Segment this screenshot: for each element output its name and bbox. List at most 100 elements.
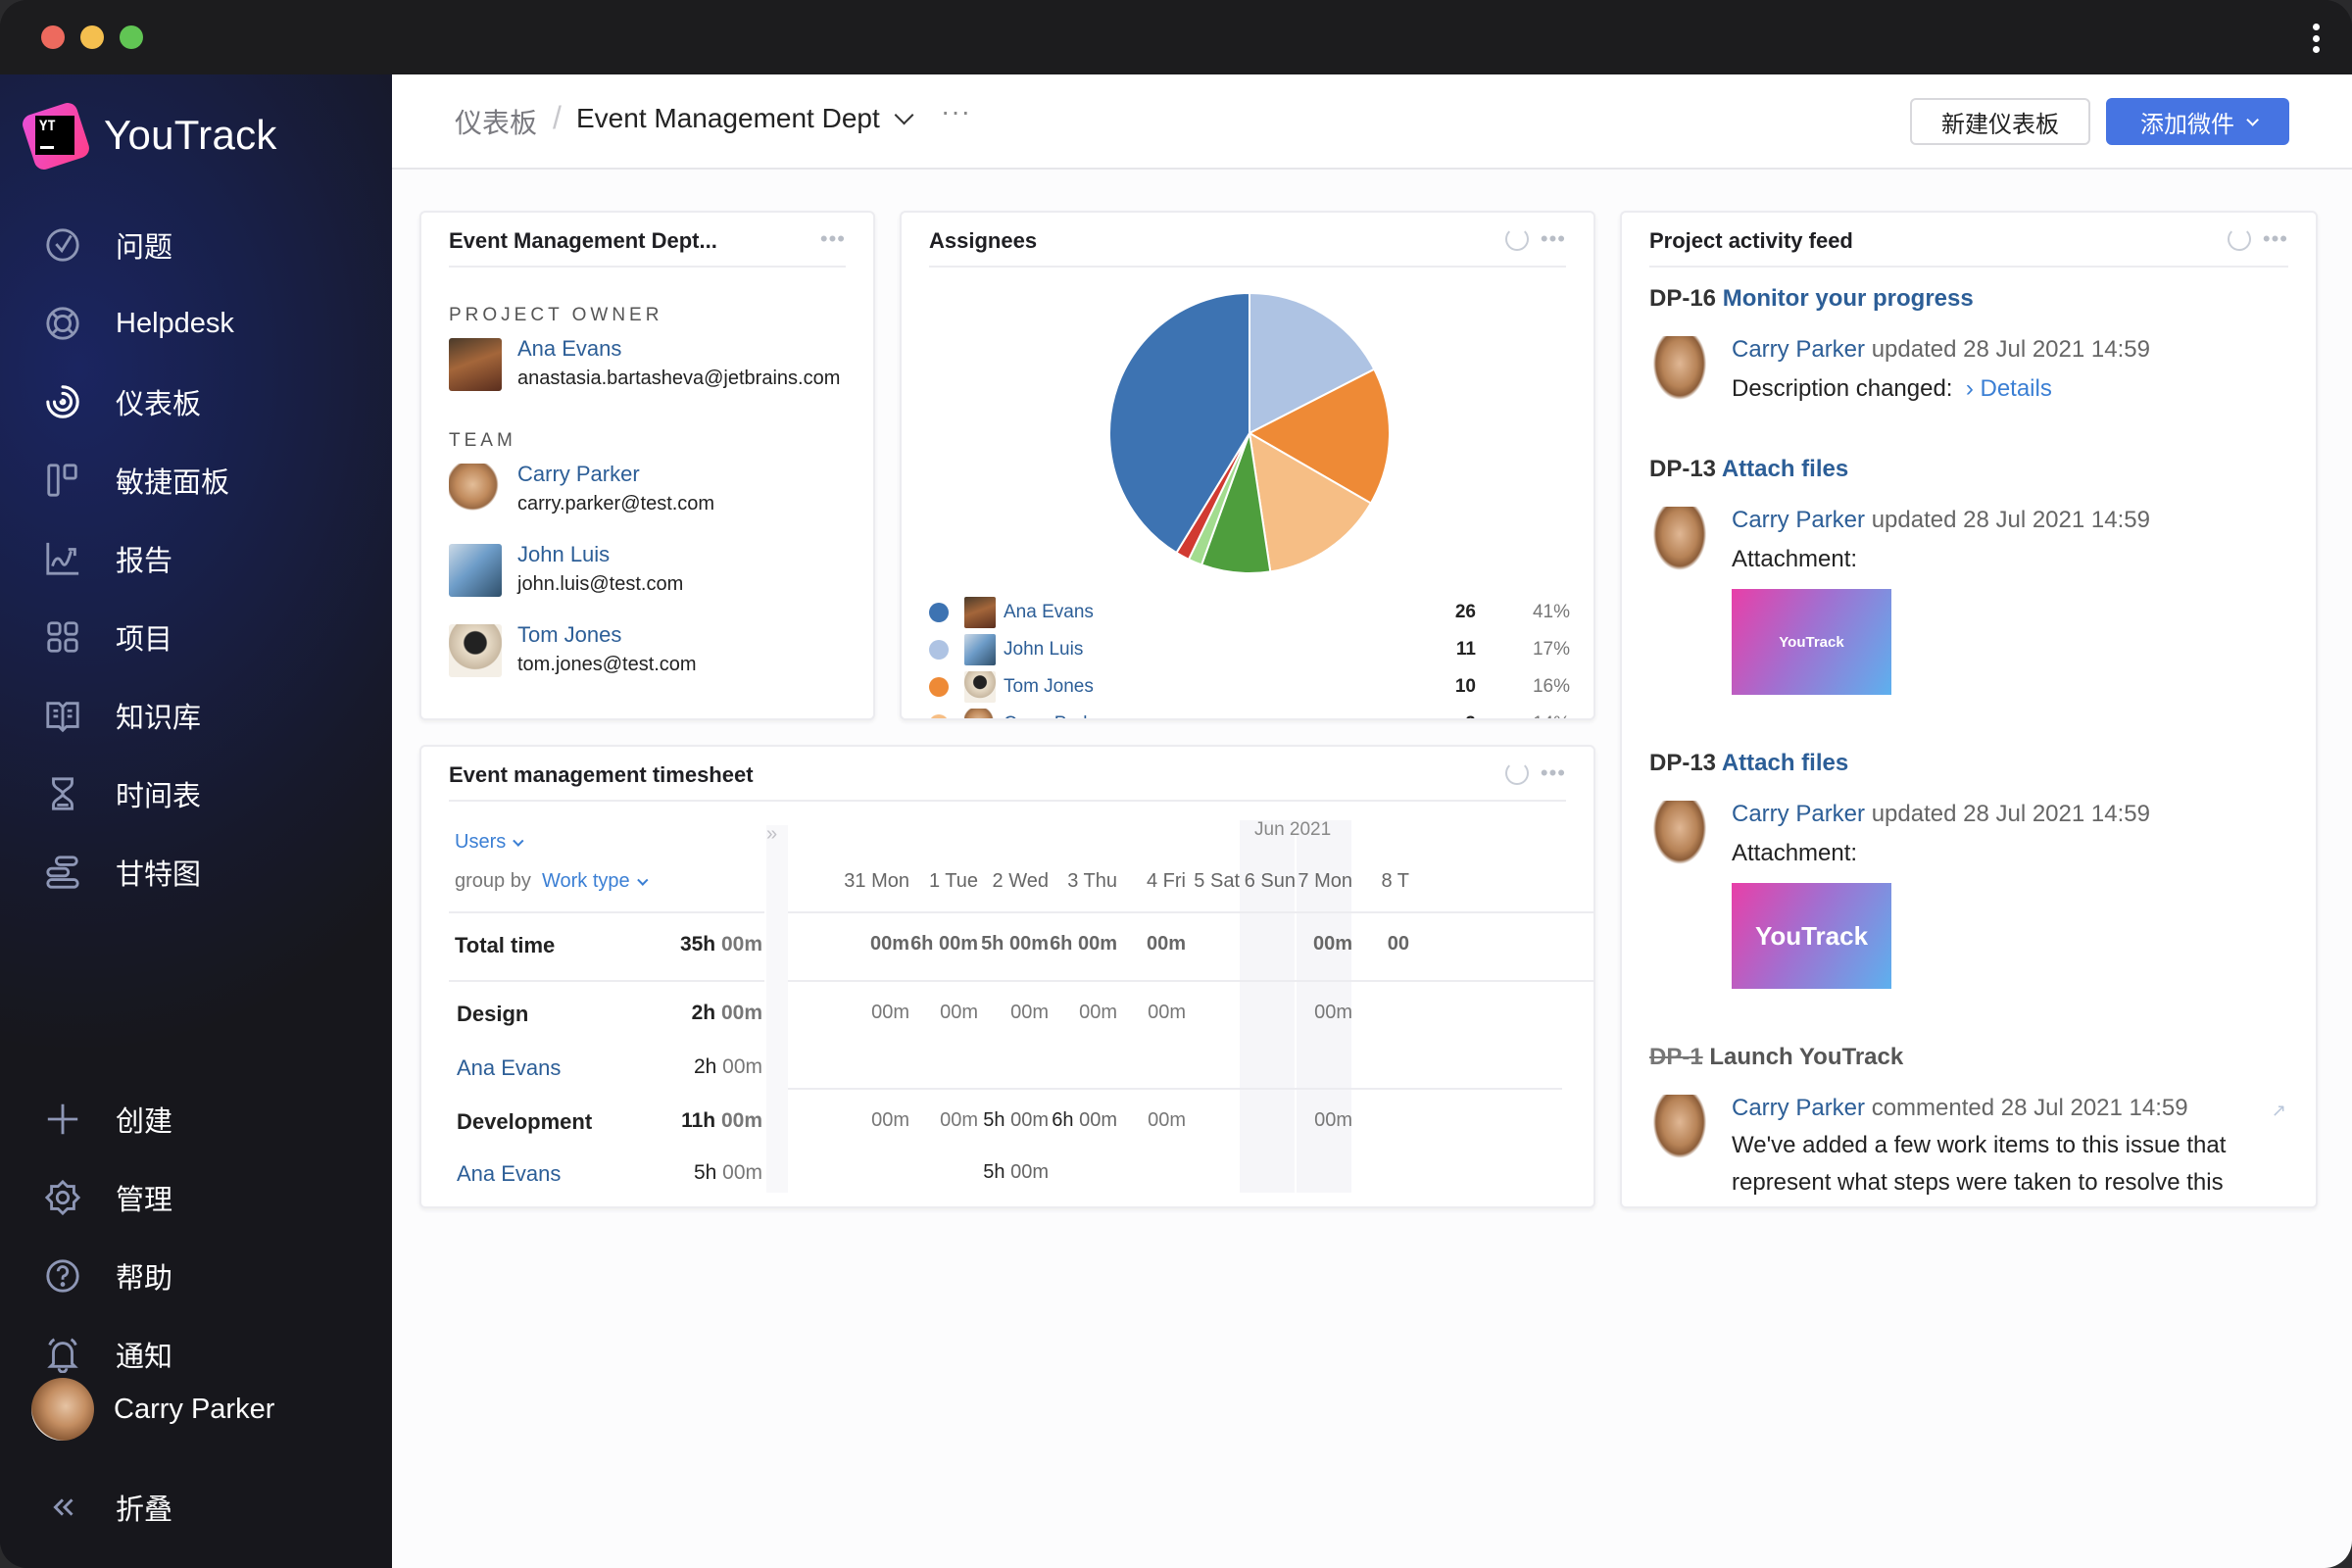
legend-label[interactable]: Ana Evans xyxy=(1004,602,1094,623)
refresh-icon[interactable] xyxy=(2227,227,2251,251)
check-circle-icon xyxy=(43,225,82,265)
avatar xyxy=(964,709,996,718)
entry-action: updated 28 Jul 2021 14:59 xyxy=(1871,507,2150,533)
time-cell[interactable]: 00 xyxy=(1311,933,1409,956)
user-link[interactable]: Ana Evans xyxy=(517,334,840,364)
add-widget-button[interactable]: 添加微件 xyxy=(2106,98,2289,145)
issue-summary-link[interactable]: Launch YouTrack xyxy=(1709,1044,1903,1070)
current-user[interactable]: Carry Parker xyxy=(31,1378,274,1441)
issue-id[interactable]: DP-16 xyxy=(1649,285,1716,312)
legend-item[interactable]: Carry Parker 9 14% xyxy=(929,707,1570,718)
minimize-window-button[interactable] xyxy=(80,25,104,49)
sidebar-item-agile-boards[interactable]: 敏捷面板 xyxy=(0,449,392,512)
title-bar xyxy=(0,0,2352,74)
refresh-icon[interactable] xyxy=(1504,761,1529,785)
legend-item[interactable]: Tom Jones 10 16% xyxy=(929,669,1570,705)
sidebar-item-gantt[interactable]: 甘特图 xyxy=(0,841,392,904)
author-link[interactable]: Carry Parker xyxy=(1732,336,1865,363)
collapse-label: 折叠 xyxy=(116,1494,173,1526)
sidebar-item-reports[interactable]: 报告 xyxy=(0,527,392,590)
divider xyxy=(1649,266,2288,268)
feed-entry-body: Description changed: › Details xyxy=(1732,375,2052,403)
more-vertical-icon[interactable] xyxy=(2311,24,2321,53)
attachment-thumbnail[interactable]: YouTrack xyxy=(1732,589,1891,695)
issue-id[interactable]: DP-1 xyxy=(1649,1044,1703,1070)
sidebar: YT YouTrack 问题 Helpdesk 仪表板 敏捷面板 报告 项目 知… xyxy=(0,74,392,1568)
sidebar-item-helpdesk[interactable]: Helpdesk xyxy=(0,292,392,355)
close-window-button[interactable] xyxy=(41,25,65,49)
issue-id[interactable]: DP-13 xyxy=(1649,750,1716,776)
legend-item[interactable]: John Luis 11 17% xyxy=(929,632,1570,667)
issue-summary-link[interactable]: Monitor your progress xyxy=(1723,285,1974,312)
sidebar-item-issues[interactable]: 问题 xyxy=(0,214,392,276)
legend-count: 26 xyxy=(1454,602,1476,622)
details-link[interactable]: › Details xyxy=(1966,375,2052,402)
feed-entry: Carry Parker updated 28 Jul 2021 14:59 A… xyxy=(1649,507,2286,703)
feed-entry-meta: Carry Parker updated 28 Jul 2021 14:59 xyxy=(1732,507,2150,534)
comment-text: We've added a few work items to this iss… xyxy=(1732,1132,2227,1158)
issue-summary-link[interactable]: Attach files xyxy=(1722,456,1848,482)
user-link[interactable]: John Luis xyxy=(517,540,683,569)
sidebar-item-projects[interactable]: 项目 xyxy=(0,606,392,668)
legend-item[interactable]: Ana Evans 26 41% xyxy=(929,595,1570,630)
feed-entry: Carry Parker updated 28 Jul 2021 14:59 A… xyxy=(1649,801,2286,997)
breadcrumb-dashboards[interactable]: 仪表板 xyxy=(455,102,537,141)
sidebar-item-timesheets[interactable]: 时间表 xyxy=(0,762,392,825)
legend-label[interactable]: Carry Parker xyxy=(1004,713,1109,718)
youtrack-logo-icon: YT xyxy=(20,100,92,172)
row-total: 5h 00m xyxy=(693,1161,762,1184)
sidebar-item-administration[interactable]: 管理 xyxy=(0,1166,392,1229)
open-comment-icon[interactable]: ↗ xyxy=(2272,1101,2286,1121)
sidebar-item-knowledge-base[interactable]: 知识库 xyxy=(0,684,392,747)
widget-menu-button[interactable]: ••• xyxy=(2263,226,2288,252)
user-email: tom.jones@test.com xyxy=(517,654,697,675)
current-user-name: Carry Parker xyxy=(114,1393,275,1425)
legend-label[interactable]: Tom Jones xyxy=(1004,676,1094,698)
feed-entry-meta: Carry Parker updated 28 Jul 2021 14:59 xyxy=(1732,336,2150,364)
feed-entry: Carry Parker commented 28 Jul 2021 14:59… xyxy=(1649,1095,2286,1206)
sidebar-item-label: 时间表 xyxy=(116,781,202,812)
legend-label[interactable]: John Luis xyxy=(1004,639,1083,661)
author-link[interactable]: Carry Parker xyxy=(1732,507,1865,533)
attachment-thumbnail[interactable]: YouTrack xyxy=(1732,883,1891,989)
user-link[interactable]: Tom Jones xyxy=(517,620,697,650)
issue-summary-link[interactable]: Attach files xyxy=(1722,750,1848,776)
time-cell[interactable]: 00m xyxy=(1088,1109,1186,1132)
legend-percent: 14% xyxy=(1533,713,1570,718)
feed-issue-header: DP-16 Monitor your progress xyxy=(1649,285,1974,313)
time-cell[interactable]: 00m xyxy=(1254,1109,1352,1132)
assignees-widget: Assignees ••• Ana Evans 26 41% John Luis 11 1… xyxy=(900,211,1595,720)
sidebar-item-dashboards[interactable]: 仪表板 xyxy=(0,370,392,433)
user-link[interactable]: Ana Evans xyxy=(457,1055,561,1081)
user-link[interactable]: Carry Parker xyxy=(517,460,714,489)
youtrack-logo[interactable]: YT YouTrack xyxy=(20,100,277,172)
maximize-window-button[interactable] xyxy=(120,25,143,49)
time-cell[interactable]: 00m xyxy=(1254,1002,1352,1024)
widget-menu-button[interactable]: ••• xyxy=(820,226,846,252)
user-link[interactable]: Ana Evans xyxy=(457,1161,561,1187)
avatar xyxy=(964,597,996,628)
issue-id[interactable]: DP-13 xyxy=(1649,456,1716,482)
row-total: 11h 00m xyxy=(681,1109,762,1132)
avatar xyxy=(449,464,502,516)
author-link[interactable]: Carry Parker xyxy=(1732,801,1865,827)
dashboard-selector[interactable]: Event Management Dept xyxy=(576,103,914,134)
new-dashboard-button[interactable]: 新建仪表板 xyxy=(1910,98,2090,145)
project-owner: Ana Evans anastasia.bartasheva@jetbrains… xyxy=(449,336,840,393)
group-by-select[interactable]: Work type xyxy=(542,870,649,892)
author-link[interactable]: Carry Parker xyxy=(1732,1095,1865,1121)
time-cell[interactable]: 00m xyxy=(1088,933,1186,956)
team-member: Carry Parker carry.parker@test.com xyxy=(449,462,714,518)
time-cell[interactable]: 00m xyxy=(1088,1002,1186,1024)
collapse-sidebar-button[interactable]: 折叠 xyxy=(0,1476,392,1539)
sidebar-item-help[interactable]: 帮助 xyxy=(0,1245,392,1307)
dashboard-more-button[interactable]: ··· xyxy=(941,96,971,127)
users-filter[interactable]: Users xyxy=(455,831,524,854)
sidebar-item-notifications[interactable]: 通知 xyxy=(0,1323,392,1386)
double-chevron-right-icon[interactable]: » xyxy=(766,823,777,846)
row-label: Design xyxy=(457,1002,529,1026)
time-cell[interactable]: 5h 00m xyxy=(951,1161,1049,1184)
widget-menu-button[interactable]: ••• xyxy=(1541,760,1566,786)
sidebar-item-label: 问题 xyxy=(116,232,173,264)
sidebar-item-create[interactable]: 创建 xyxy=(0,1088,392,1151)
